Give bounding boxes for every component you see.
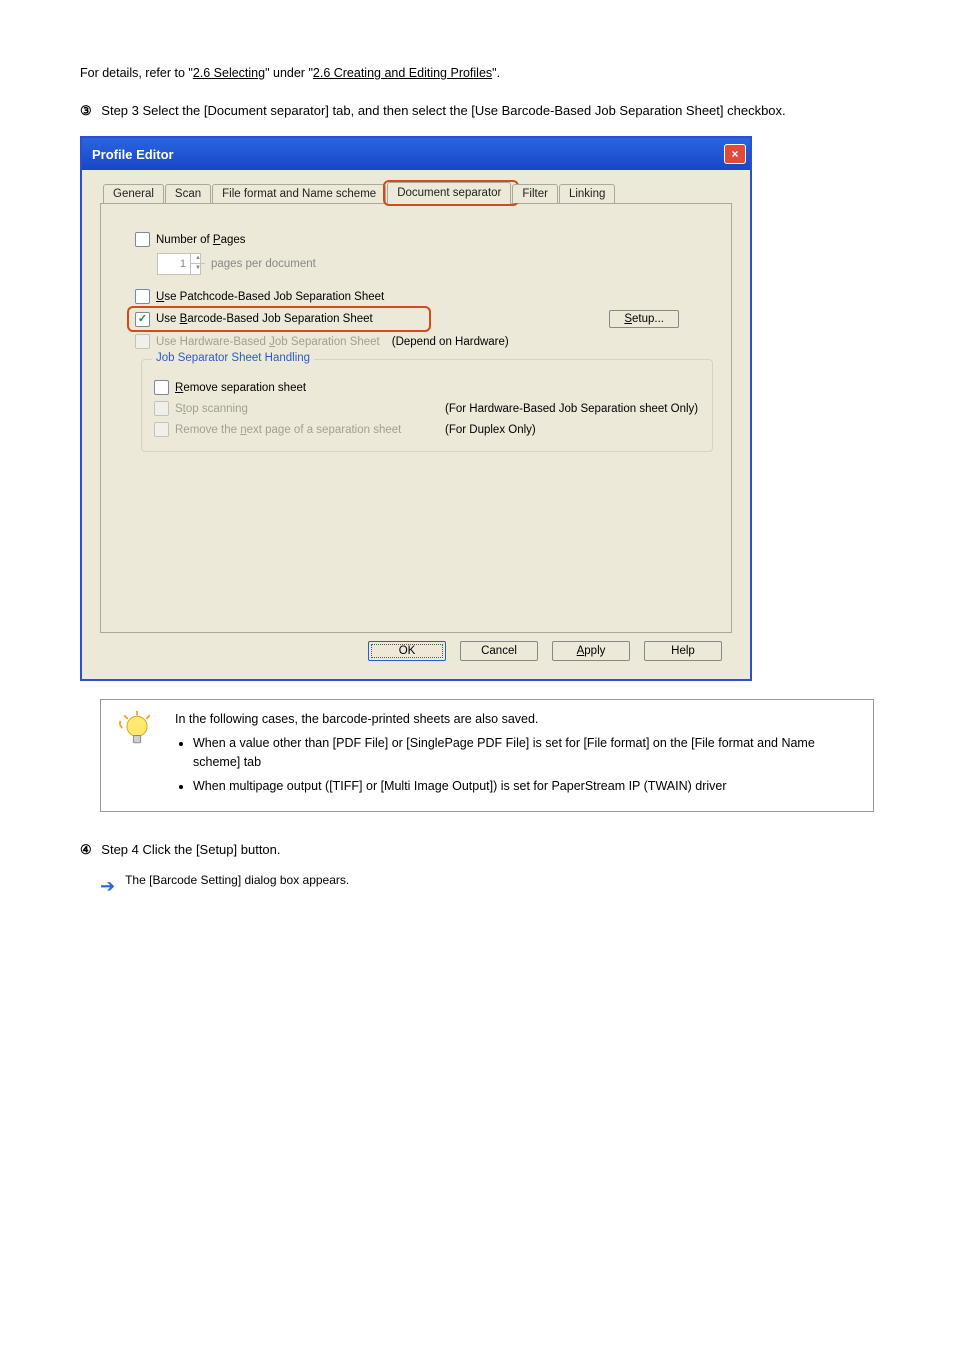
number-of-pages-checkbox[interactable] — [135, 232, 150, 247]
link-creating-profiles[interactable]: 2.6 Creating and Editing Profiles — [313, 66, 492, 80]
intro-ref-line: For details, refer to "2.6 Selecting" un… — [80, 64, 874, 83]
step4-number: ④ — [80, 842, 92, 857]
step4-result-row: ➔ The [Barcode Setting] dialog box appea… — [100, 864, 954, 897]
remove-next-label: Remove the next page of a separation she… — [175, 424, 433, 436]
close-icon[interactable]: × — [724, 144, 746, 164]
lightbulb-icon — [115, 708, 159, 757]
hint-li1: When a value other than [PDF File] or [S… — [193, 734, 859, 770]
stop-scanning-label: Stop scanning — [175, 403, 433, 415]
step4-result: The [Barcode Setting] dialog box appears… — [125, 873, 349, 887]
pages-spinner-input[interactable] — [158, 254, 190, 274]
spinner-up-icon[interactable]: ▲ — [191, 254, 205, 264]
patchcode-label: Use Patchcode-Based Job Separation Sheet — [156, 291, 384, 303]
remove-sheet-label: Remove separation sheet — [175, 382, 306, 394]
tab-scan[interactable]: Scan — [165, 184, 211, 203]
step3-number: ③ — [80, 103, 92, 118]
dialog-button-row: OK Cancel Apply Help — [100, 633, 732, 671]
patchcode-checkbox[interactable] — [135, 289, 150, 304]
tab-filter[interactable]: Filter — [512, 184, 558, 203]
barcode-checkbox[interactable] — [135, 312, 150, 327]
tab-linking[interactable]: Linking — [559, 184, 615, 203]
apply-button[interactable]: Apply — [552, 641, 630, 661]
arrow-right-icon: ➔ — [100, 876, 115, 897]
spinner-down-icon[interactable]: ▼ — [191, 264, 205, 273]
hint-li2: When multipage output ([TIFF] or [Multi … — [193, 777, 859, 795]
hint-box: In the following cases, the barcode-prin… — [100, 699, 874, 812]
separator-handling-fieldset: Job Separator Sheet Handling Remove sepa… — [141, 359, 713, 452]
pages-per-document-label: pages per document — [211, 258, 316, 270]
tab-file-format[interactable]: File format and Name scheme — [212, 184, 386, 203]
profile-editor-dialog: Profile Editor × General Scan File forma… — [80, 136, 752, 681]
tab-content: Number of Pages ▲▼ pages per document Us… — [100, 204, 732, 633]
hardware-checkbox — [135, 334, 150, 349]
link-selecting[interactable]: 2.6 Selecting — [193, 66, 265, 80]
number-of-pages-label: Number of Pages — [156, 234, 246, 246]
hardware-label: Use Hardware-Based Job Separation Sheet — [156, 336, 380, 348]
pages-spinner[interactable]: ▲▼ — [157, 253, 201, 275]
hint-line1: In the following cases, the barcode-prin… — [175, 710, 859, 728]
help-button[interactable]: Help — [644, 641, 722, 661]
barcode-label: Use Barcode-Based Job Separation Sheet — [156, 313, 373, 325]
step4-row: ④ Step 4 Click the [Setup] button. — [80, 842, 954, 858]
remove-next-hint: (For Duplex Only) — [445, 424, 536, 436]
dialog-titlebar: Profile Editor × — [82, 138, 750, 170]
step3-heading: ③ Step 3 Select the [Document separator]… — [80, 101, 874, 121]
step4-text: Step 4 Click the [Setup] button. — [101, 842, 280, 857]
cancel-button[interactable]: Cancel — [460, 641, 538, 661]
stop-scanning-checkbox — [154, 401, 169, 416]
remove-sheet-checkbox[interactable] — [154, 380, 169, 395]
stop-scanning-hint: (For Hardware-Based Job Separation sheet… — [445, 403, 698, 415]
ok-button[interactable]: OK — [368, 641, 446, 661]
dialog-title: Profile Editor — [92, 147, 174, 162]
tab-document-separator[interactable]: Document separator — [387, 182, 511, 204]
tab-general[interactable]: General — [103, 184, 164, 203]
separator-handling-legend: Job Separator Sheet Handling — [152, 352, 314, 364]
setup-button[interactable]: Setup... — [609, 310, 679, 328]
hardware-hint: (Depend on Hardware) — [392, 336, 509, 348]
remove-next-checkbox — [154, 422, 169, 437]
tab-strip: General Scan File format and Name scheme… — [100, 182, 732, 204]
